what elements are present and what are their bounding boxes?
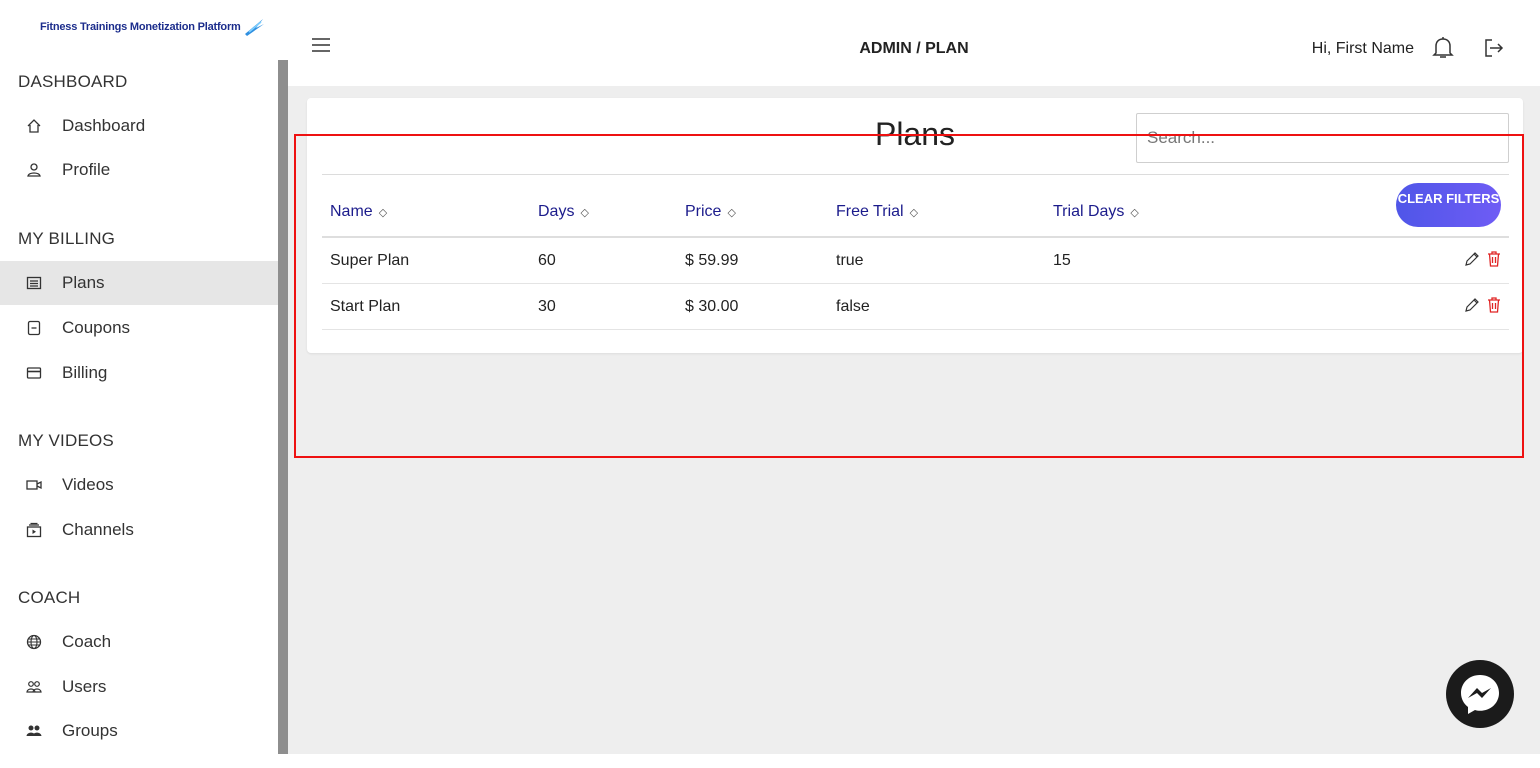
sidebar-item-coupons[interactable]: Coupons — [0, 306, 278, 350]
column-header-label: Trial Days — [1053, 203, 1125, 220]
column-header-days[interactable]: Days ◇ — [538, 203, 589, 221]
list-icon — [26, 275, 42, 291]
credit-card-icon — [26, 365, 42, 381]
main-content: Plans Name◇ Days◇ Price◇ Free Trial◇ Tri… — [288, 86, 1540, 754]
sidebar-item-videos[interactable]: Videos — [0, 463, 278, 507]
cell-free-trial: true — [836, 252, 864, 269]
cell-price: $ 30.00 — [685, 298, 739, 315]
column-header-label: Price — [685, 203, 722, 220]
sidebar-scrollbar[interactable] — [278, 60, 288, 754]
plans-card: Plans Name◇ Days◇ Price◇ Free Trial◇ Tri… — [307, 98, 1523, 353]
user-greeting: Hi, First Name — [1311, 40, 1414, 57]
sidebar-item-label: Billing — [62, 363, 108, 382]
column-header-label: Name — [330, 203, 373, 220]
cell-free-trial: false — [836, 298, 870, 315]
sidebar-item-label: Profile — [62, 160, 111, 179]
cell-trial-days: 15 — [1053, 252, 1071, 269]
sort-icon: ◇ — [580, 206, 589, 219]
sidebar-item-label: Dashboard — [62, 116, 146, 135]
logout-icon[interactable] — [1484, 38, 1504, 58]
video-icon — [26, 477, 42, 493]
section-my-videos: MY VIDEOS — [18, 431, 114, 450]
logo-swoosh-icon — [244, 19, 264, 36]
sidebar-item-dashboard[interactable]: Dashboard — [0, 104, 278, 148]
sort-icon: ◇ — [727, 206, 736, 219]
groups-icon — [26, 723, 42, 739]
messenger-chat-button[interactable] — [1446, 660, 1514, 728]
users-icon — [26, 679, 42, 695]
brand-name: Fitness Trainings Monetization Platform — [40, 21, 241, 33]
sidebar-item-label: Users — [62, 677, 107, 696]
section-my-billing: MY BILLING — [18, 229, 116, 248]
channels-icon — [26, 522, 42, 538]
search-input[interactable] — [1136, 113, 1509, 163]
sidebar-item-label: Coupons — [62, 318, 131, 337]
messenger-icon — [1461, 675, 1499, 714]
table-row[interactable]: Start Plan 30 $ 30.00 false — [322, 284, 1509, 330]
sidebar-item-channels[interactable]: Channels — [0, 508, 278, 552]
cell-name: Start Plan — [330, 298, 401, 315]
table-row[interactable]: Super Plan 60 $ 59.99 true 15 — [322, 238, 1509, 284]
sidebar-item-plans[interactable]: Plans — [0, 261, 278, 305]
sidebar-item-label: Channels — [62, 520, 134, 539]
clear-filters-button[interactable]: CLEAR FILTERS — [1396, 183, 1501, 227]
section-dashboard: DASHBOARD — [18, 72, 128, 91]
column-header-label: Free Trial — [836, 203, 904, 220]
sidebar-item-label: Plans — [62, 273, 105, 292]
sort-icon: ◇ — [909, 206, 919, 219]
cell-price: $ 59.99 — [685, 252, 739, 269]
column-header-trial-days[interactable]: Trial Days ◇ — [1053, 203, 1139, 221]
sidebar-item-billing[interactable]: Billing — [0, 351, 278, 395]
cell-days: 60 — [538, 252, 556, 269]
divider — [322, 174, 1509, 175]
coupon-icon — [26, 320, 42, 336]
section-coach: COACH — [18, 588, 81, 607]
row-actions — [1463, 296, 1503, 314]
delete-trash-icon[interactable] — [1485, 250, 1503, 268]
sidebar-item-label: Coach — [62, 632, 112, 651]
sort-icon: ◇ — [378, 206, 388, 219]
user-icon — [26, 162, 42, 178]
top-header: ADMIN / PLAN Hi, First Name — [288, 0, 1540, 86]
bell-icon[interactable] — [1432, 36, 1454, 60]
sidebar-item-label: Videos — [62, 475, 114, 494]
delete-trash-icon[interactable] — [1485, 296, 1503, 314]
edit-pencil-icon[interactable] — [1463, 296, 1481, 314]
cell-days: 30 — [538, 298, 556, 315]
sidebar-item-label: Groups — [62, 721, 118, 740]
sidebar-item-coach[interactable]: Coach — [0, 620, 278, 664]
column-header-name[interactable]: Name ◇ — [330, 203, 387, 221]
brand-logo[interactable]: Fitness Trainings Monetization Platform — [40, 12, 265, 42]
column-header-label: Days — [538, 203, 575, 220]
sidebar-item-users[interactable]: Users — [0, 665, 278, 709]
sort-icon: ◇ — [1130, 206, 1139, 219]
home-icon — [26, 118, 42, 134]
column-header-free-trial[interactable]: Free Trial ◇ — [836, 203, 918, 221]
column-header-price[interactable]: Price ◇ — [685, 203, 736, 221]
sidebar-item-profile[interactable]: Profile — [0, 148, 278, 192]
sidebar-item-groups[interactable]: Groups — [0, 709, 278, 753]
edit-pencil-icon[interactable] — [1463, 250, 1481, 268]
cell-name: Super Plan — [330, 252, 410, 269]
row-actions — [1463, 250, 1503, 268]
sidebar: Fitness Trainings Monetization Platform … — [0, 0, 278, 768]
globe-icon — [26, 634, 42, 650]
